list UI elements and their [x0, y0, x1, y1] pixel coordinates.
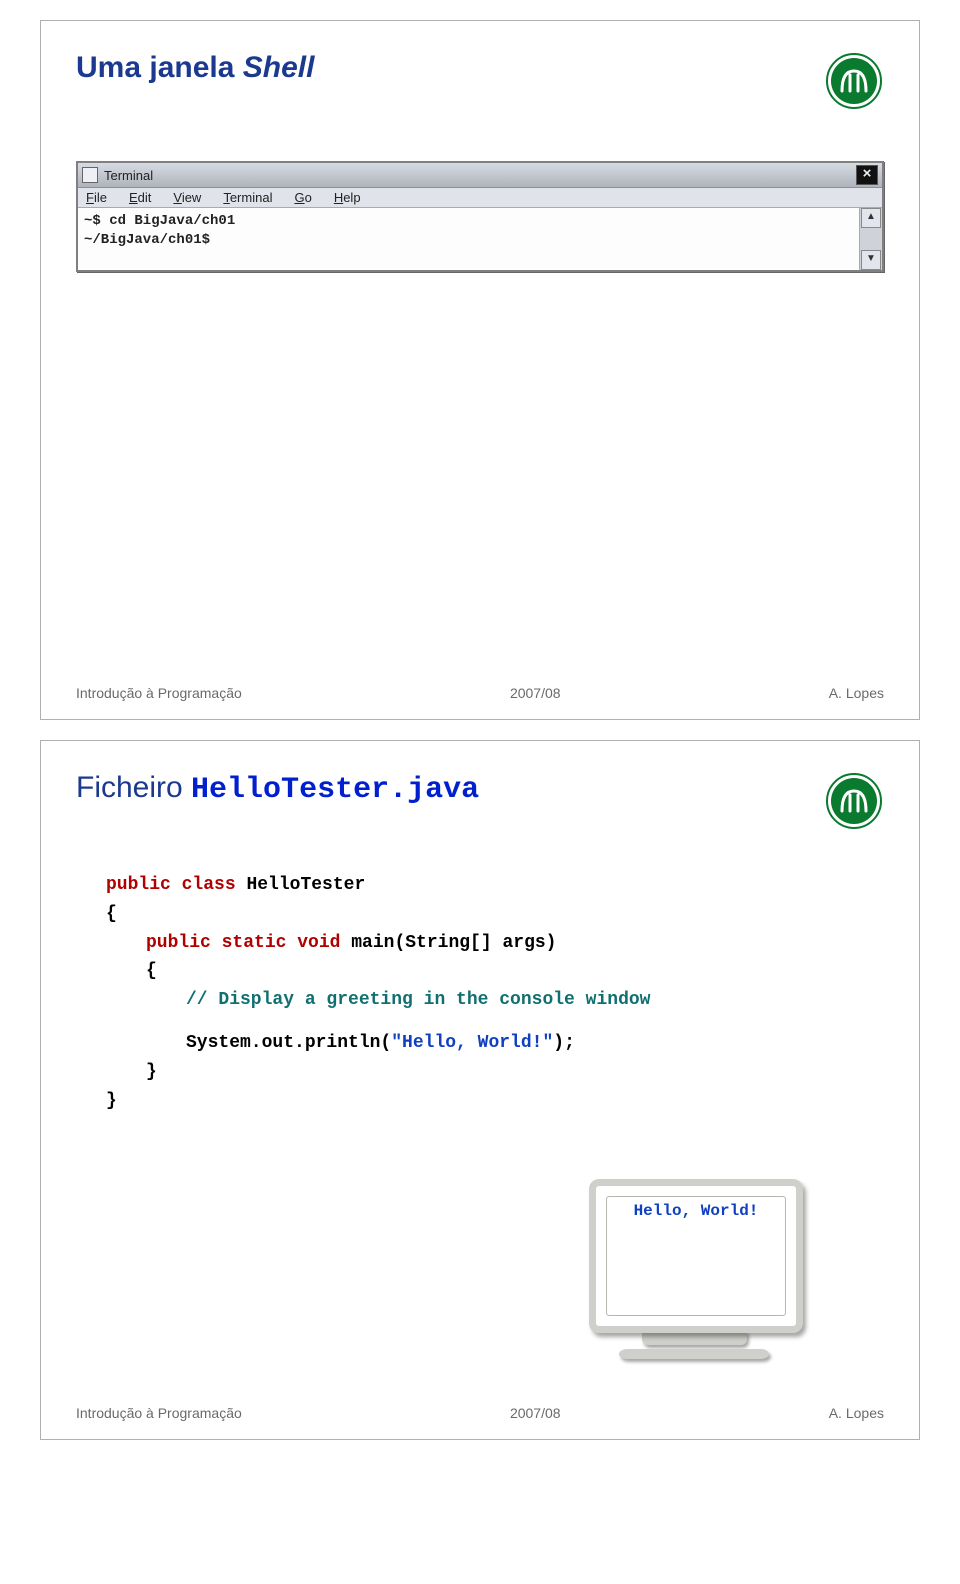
- footer-center: 2007/08: [510, 685, 561, 701]
- terminal-system-icon: [82, 167, 98, 183]
- university-logo: [824, 51, 884, 111]
- footer-right: A. Lopes: [829, 685, 884, 701]
- code-line-7: }: [146, 1058, 884, 1087]
- slide-header: Ficheiro HelloTester.java: [76, 771, 884, 831]
- code-string: "Hello, World!": [391, 1033, 553, 1053]
- terminal-scrollbar[interactable]: ▲ ▼: [859, 208, 882, 270]
- monitor-base: [619, 1349, 769, 1359]
- terminal-window: Terminal × File Edit View Terminal Go He…: [76, 161, 884, 272]
- title-filename: HelloTester.java: [191, 773, 479, 807]
- code-line-1: public class HelloTester: [106, 871, 884, 900]
- terminal-menubar: File Edit View Terminal Go Help: [78, 188, 882, 208]
- code-call-end: );: [553, 1033, 575, 1053]
- code-call: System.out.println(: [186, 1033, 391, 1053]
- monitor-illustration: Hello, World!: [564, 1179, 824, 1359]
- class-name: HelloTester: [246, 875, 365, 895]
- slide-footer: Introdução à Programação 2007/08 A. Lope…: [76, 1405, 884, 1421]
- kw-public-class: public class: [106, 875, 246, 895]
- terminal-title: Terminal: [104, 168, 153, 183]
- method-name: main(String[] args): [351, 933, 556, 953]
- code-comment: // Display a greeting in the console win…: [186, 986, 884, 1015]
- terminal-line1: ~$ cd BigJava/ch01: [84, 213, 235, 229]
- slide-ficheiro-hellotester: Ficheiro HelloTester.java public class H…: [40, 740, 920, 1440]
- code-line-4: {: [146, 957, 884, 986]
- footer-right: A. Lopes: [829, 1405, 884, 1421]
- slide-uma-janela-shell: Uma janela Shell Terminal × File Edit Vi…: [40, 20, 920, 720]
- menu-go[interactable]: Go: [294, 190, 311, 205]
- kw-method-sig: public static void: [146, 933, 351, 953]
- code-line-6: System.out.println("Hello, World!");: [186, 1029, 884, 1058]
- title-italic: Shell: [243, 51, 315, 84]
- monitor-output-text: Hello, World!: [596, 1202, 796, 1220]
- university-logo: [824, 771, 884, 831]
- terminal-titlebar: Terminal ×: [78, 163, 882, 188]
- slide-title: Uma janela Shell: [76, 51, 314, 85]
- code-line-2: {: [106, 900, 884, 929]
- code-blank: [106, 1015, 884, 1029]
- menu-file[interactable]: File: [86, 190, 107, 205]
- scroll-down-icon[interactable]: ▼: [861, 250, 881, 270]
- footer-left: Introdução à Programação: [76, 1405, 242, 1421]
- close-icon[interactable]: ×: [856, 165, 878, 185]
- slide-title: Ficheiro HelloTester.java: [76, 771, 479, 807]
- monitor-screen: Hello, World!: [589, 1179, 799, 1334]
- menu-terminal[interactable]: Terminal: [223, 190, 272, 205]
- scroll-up-icon[interactable]: ▲: [861, 208, 881, 228]
- title-text: Ficheiro: [76, 771, 191, 804]
- terminal-content[interactable]: ~$ cd BigJava/ch01 ~/BigJava/ch01$: [78, 208, 859, 270]
- menu-edit[interactable]: Edit: [129, 190, 151, 205]
- code-line-8: }: [106, 1087, 884, 1116]
- terminal-line2: ~/BigJava/ch01$: [84, 232, 210, 248]
- menu-help[interactable]: Help: [334, 190, 361, 205]
- footer-left: Introdução à Programação: [76, 685, 242, 701]
- slide-footer: Introdução à Programação 2007/08 A. Lope…: [76, 685, 884, 701]
- code-block: public class HelloTester { public static…: [106, 871, 884, 1115]
- footer-center: 2007/08: [510, 1405, 561, 1421]
- slide-header: Uma janela Shell: [76, 51, 884, 111]
- code-line-3: public static void main(String[] args): [146, 929, 884, 958]
- menu-view[interactable]: View: [173, 190, 201, 205]
- terminal-body-wrap: ~$ cd BigJava/ch01 ~/BigJava/ch01$ ▲ ▼: [78, 208, 882, 270]
- title-text: Uma janela: [76, 51, 243, 84]
